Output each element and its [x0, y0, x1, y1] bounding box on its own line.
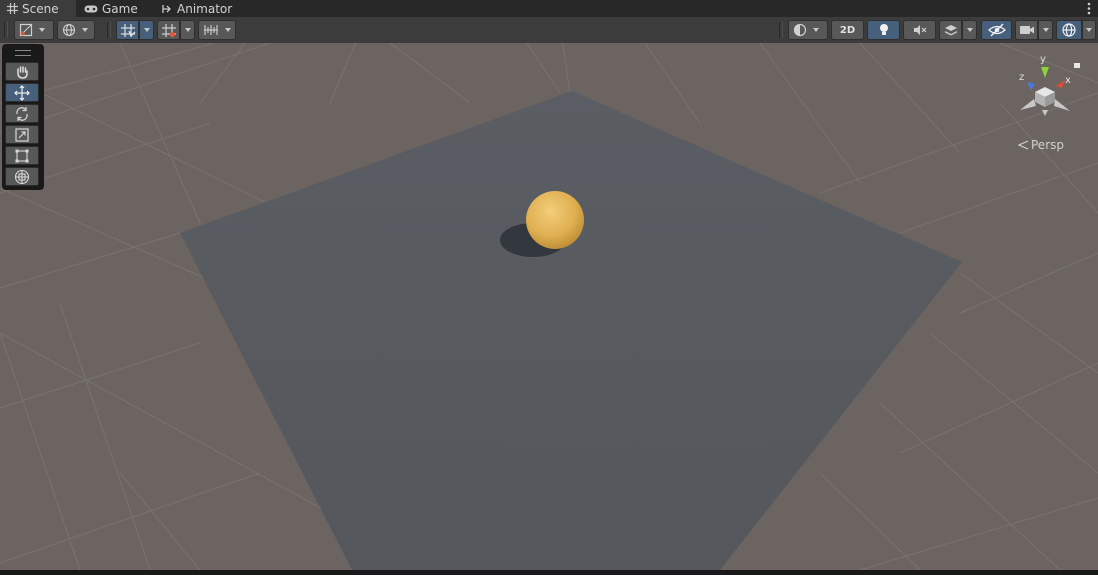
rotate-icon	[16, 106, 28, 121]
grid-icon	[7, 3, 18, 14]
grid-snap-button[interactable]	[116, 20, 139, 40]
draw-mode-dropdown[interactable]	[14, 20, 54, 40]
scale-tool-button[interactable]	[5, 125, 39, 144]
gizmo-neg-z-axis[interactable]	[1054, 99, 1070, 111]
gamepad-icon	[84, 5, 98, 12]
shading-mode-dropdown[interactable]	[788, 20, 828, 40]
shaded-mode-icon	[19, 23, 33, 37]
hand-tool-button[interactable]	[5, 62, 39, 81]
sphere-object[interactable]	[526, 191, 584, 249]
chevron-down-icon	[39, 28, 45, 32]
chevron-down-icon	[184, 28, 191, 32]
global-local-dropdown[interactable]	[57, 20, 95, 40]
chevron-down-icon	[813, 28, 819, 32]
scene-render[interactable]	[0, 43, 1098, 570]
tab-animator[interactable]: Animator	[161, 0, 232, 17]
gizmos-button[interactable]	[1056, 20, 1082, 40]
camera-icon	[1019, 26, 1034, 34]
tab-scene[interactable]: Scene	[0, 0, 76, 17]
camera-settings-button[interactable]	[1015, 20, 1038, 40]
incremental-snap-button[interactable]	[157, 20, 180, 40]
transform-icon	[14, 169, 30, 184]
eye-hidden-icon	[987, 23, 1006, 37]
camera-settings-dropdown[interactable]	[1038, 20, 1053, 40]
animator-icon	[162, 4, 171, 13]
incremental-snap-icon	[161, 23, 176, 37]
projection-label: Persp	[1031, 138, 1064, 152]
scale-icon	[15, 127, 29, 142]
gizmos-icon	[1062, 23, 1076, 37]
light-bulb-icon	[879, 24, 888, 35]
align-dropdown[interactable]	[198, 20, 236, 40]
layers-effects-icon	[944, 25, 957, 36]
drag-handle[interactable]	[15, 50, 31, 56]
2d-toggle-button[interactable]: 2D	[831, 20, 864, 40]
gizmo-x-axis[interactable]	[1056, 80, 1065, 88]
grid-snap-dropdown[interactable]	[139, 20, 154, 40]
projection-toggle[interactable]: Persp	[1018, 138, 1064, 152]
scene-visibility-button[interactable]	[981, 20, 1012, 40]
bottom-border	[0, 570, 1098, 575]
gizmo-neg-x-axis[interactable]	[1020, 99, 1036, 110]
toolbar-separator	[107, 22, 111, 38]
globe-icon	[62, 23, 76, 37]
gizmo-y-axis[interactable]	[1041, 67, 1049, 78]
rect-tool-button[interactable]	[5, 146, 39, 165]
move-tool-button[interactable]	[5, 83, 39, 102]
audio-mute-icon	[913, 25, 926, 35]
tab-game-label: Game	[102, 1, 138, 16]
effects-dropdown[interactable]	[962, 20, 977, 40]
gizmo-z-axis[interactable]	[1027, 82, 1035, 90]
grid-snap-icon	[120, 23, 135, 37]
perspective-icon	[1018, 140, 1029, 150]
scene-toolbar: 2D	[0, 17, 1098, 44]
gizmo-center-cube[interactable]	[1035, 87, 1055, 107]
chevron-down-icon	[143, 28, 150, 32]
chevron-down-icon	[225, 28, 231, 32]
gizmo-y-label: y	[1040, 54, 1046, 65]
sphere-shading-icon	[793, 23, 807, 37]
gizmo-neg-y-axis[interactable]	[1042, 110, 1048, 116]
lighting-toggle-button[interactable]	[867, 20, 900, 40]
hand-icon	[17, 65, 28, 79]
chevron-down-icon	[1042, 28, 1049, 32]
gizmo-lock-icon[interactable]	[1074, 63, 1080, 68]
chevron-down-icon	[1086, 28, 1092, 32]
gizmo-x-label: x	[1065, 75, 1071, 86]
audio-toggle-button[interactable]	[903, 20, 936, 40]
toolbar-separator	[779, 22, 783, 38]
tab-scene-label: Scene	[22, 1, 59, 16]
gizmos-dropdown[interactable]	[1082, 20, 1096, 40]
chevron-down-icon	[966, 28, 973, 32]
tab-game[interactable]: Game	[84, 0, 138, 17]
effects-button[interactable]	[939, 20, 962, 40]
more-options-icon[interactable]	[1087, 2, 1091, 15]
tab-animator-label: Animator	[177, 1, 233, 16]
rect-transform-icon	[15, 149, 29, 162]
2d-toggle-label: 2D	[839, 24, 856, 36]
ruler-icon	[204, 25, 218, 35]
scene-viewport[interactable]	[0, 43, 1098, 570]
chevron-down-icon	[82, 28, 88, 32]
rotate-tool-button[interactable]	[5, 104, 39, 123]
incremental-snap-dropdown[interactable]	[180, 20, 195, 40]
transform-tool-button[interactable]	[5, 167, 39, 186]
toolbar-separator	[4, 22, 8, 38]
orientation-gizmo[interactable]: y x z	[1010, 52, 1090, 132]
move-arrows-icon	[14, 84, 30, 101]
tools-overlay	[2, 44, 44, 190]
tab-bar: Scene Game Animator	[0, 0, 1098, 17]
gizmo-z-label: z	[1019, 72, 1024, 83]
